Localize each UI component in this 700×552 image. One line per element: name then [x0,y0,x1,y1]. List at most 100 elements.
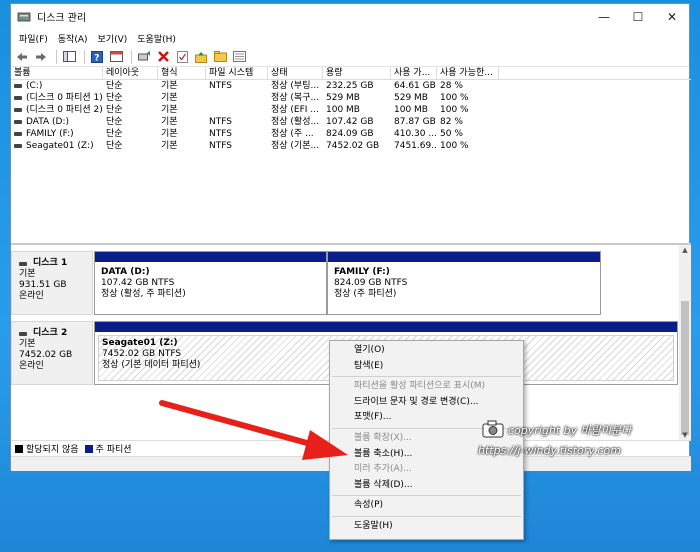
menu-item-help[interactable]: 도움말(H) [330,519,523,535]
maximize-button[interactable]: ☐ [621,4,655,29]
volume-cell: (디스크 0 파티션 2) [11,104,103,116]
table-row[interactable]: DATA (D:) 단순 기본 NTFS 정상 (활성... 107.42 GB… [11,116,691,128]
partition-status: 정상 (주 파티션) [334,289,397,299]
col-header-free-space[interactable]: 사용 가... [391,67,437,79]
disk-status: 온라인 [19,361,44,371]
table-row[interactable]: (C:) 단순 기본 NTFS 정상 (부팅... 232.25 GB 64.6… [11,80,691,92]
type-cell: 기본 [161,141,178,151]
menu-action[interactable]: 동작(A) [53,32,93,45]
table-row[interactable]: (디스크 0 파티션 2) 단순 기본 정상 (EFI ... 100 MB 1… [11,104,691,116]
status-cell: 정상 (복구... [271,93,320,103]
menu-item-explore[interactable]: 탐색(E) [330,359,523,375]
status-cell: 정상 (주 ... [271,129,314,139]
percent-free-cell: 82 % [440,117,463,127]
legend-label: 주 파티션 [95,445,132,455]
menu-item-change-drive-letter[interactable]: 드라이브 문자 및 경로 변경(C)... [330,395,523,411]
disk-type: 기본 [19,269,36,279]
type-cell: 기본 [161,93,178,103]
col-header-capacity[interactable]: 용량 [323,67,391,79]
delete-icon[interactable] [155,49,171,65]
volume-name: Seagate01 (Z:) [26,141,94,151]
free-space-cell: 410.30 ... [394,129,437,139]
menu-file[interactable]: 파일(F) [14,32,53,45]
volume-list-header: 볼륨 레이아웃 형식 파일 시스템 상태 용량 사용 가... 사용 가능한..… [11,67,691,80]
title-bar: 디스크 관리 — ☐ ✕ [11,4,689,29]
partition-name: DATA (D:) [101,267,150,277]
volume-name: DATA (D:) [26,117,70,127]
layout-cell: 단순 [106,117,123,127]
partition-size: 107.42 GB NTFS [101,278,175,288]
disk-label[interactable]: 디스크 1 기본 931.51 GB 온라인 [11,251,93,315]
drive-icon [14,84,22,88]
capacity-cell: 7452.02 GB [326,141,380,151]
disk-size: 931.51 GB [19,280,67,290]
svg-text:?: ? [94,53,99,63]
col-header-percent-free[interactable]: 사용 가능한... [437,67,499,79]
volume-name: (디스크 0 파티션 1) [26,93,103,103]
help-icon[interactable]: ? [89,49,105,65]
close-button[interactable]: ✕ [655,4,689,29]
vertical-scrollbar[interactable]: ▲ ▼ [679,245,691,440]
filesystem-cell: NTFS [209,141,232,151]
scrollbar-thumb[interactable] [681,301,689,435]
folder-icon[interactable] [212,49,228,65]
partition-name: FAMILY (F:) [334,267,390,277]
table-row[interactable]: FAMILY (F:) 단순 기본 NTFS 정상 (주 ... 824.09 … [11,128,691,140]
forward-icon[interactable] [33,49,49,65]
free-space-cell: 64.61 GB [394,81,436,91]
back-icon[interactable] [14,49,30,65]
volume-name: (디스크 0 파티션 2) [26,105,103,115]
partition-family[interactable]: FAMILY (F:) 824.09 GB NTFS 정상 (주 파티션) [327,251,601,315]
volume-cell: (C:) [11,80,103,92]
check-icon[interactable] [174,49,190,65]
capacity-cell: 100 MB [326,105,360,115]
up-icon[interactable] [193,49,209,65]
disk-label[interactable]: 디스크 2 기본 7452.02 GB 온라인 [11,321,93,385]
menu-item-open[interactable]: 열기(O) [330,343,523,359]
percent-free-cell: 28 % [440,81,463,91]
disk-name: 디스크 2 [33,328,68,338]
layout-cell: 단순 [106,141,123,151]
toolbar-separator [56,49,57,64]
connect-icon[interactable] [136,49,152,65]
menu-item-properties[interactable]: 속성(P) [330,498,523,514]
table-row[interactable]: Seagate01 (Z:) 단순 기본 NTFS 정상 (기본... 7452… [11,140,691,152]
percent-free-cell: 100 % [440,105,469,115]
disk-icon [19,261,27,266]
volume-cell: Seagate01 (Z:) [11,140,103,152]
drive-icon [14,96,22,100]
menu-help[interactable]: 도움말(H) [132,32,181,45]
drive-icon [14,144,22,148]
scroll-up-icon[interactable]: ▲ [679,245,691,255]
partition-bar [328,252,600,262]
properties-icon[interactable] [108,49,124,65]
partition-bar [95,252,326,262]
status-cell: 정상 (EFI ... [271,105,319,115]
menu-separator [332,515,521,517]
disk-size: 7452.02 GB [19,350,73,360]
filesystem-cell: NTFS [209,117,232,127]
percent-free-cell: 50 % [440,129,463,139]
menu-item-delete-volume[interactable]: 볼륨 삭제(D)... [330,478,523,494]
menu-view[interactable]: 보기(V) [93,32,133,45]
volume-cell: (디스크 0 파티션 1) [11,92,103,104]
menu-item-mark-active: 파티션을 활성 파티션으로 표시(M) [354,381,486,392]
legend-item-primary: 주 파티션 [84,442,132,455]
minimize-button[interactable]: — [587,4,621,29]
col-header-layout[interactable]: 레이아웃 [103,67,158,79]
legend-label: 할당되지 않음 [26,445,79,455]
capacity-cell: 232.25 GB [326,81,374,91]
free-space-cell: 529 MB [394,93,428,103]
window-title: 디스크 관리 [37,13,87,24]
col-header-volume[interactable]: 볼륨 [11,67,103,79]
col-header-type[interactable]: 형식 [158,67,206,79]
list-icon[interactable] [231,49,247,65]
percent-free-cell: 100 % [440,141,469,151]
console-tree-icon[interactable] [61,49,77,65]
col-header-filesystem[interactable]: 파일 시스템 [206,67,268,79]
table-row[interactable]: (디스크 0 파티션 1) 단순 기본 정상 (복구... 529 MB 529… [11,92,691,104]
volume-cell: DATA (D:) [11,116,103,128]
status-cell: 정상 (부팅... [271,81,320,91]
partition-data[interactable]: DATA (D:) 107.42 GB NTFS 정상 (활성, 주 파티션) [94,251,327,315]
col-header-status[interactable]: 상태 [268,67,323,79]
